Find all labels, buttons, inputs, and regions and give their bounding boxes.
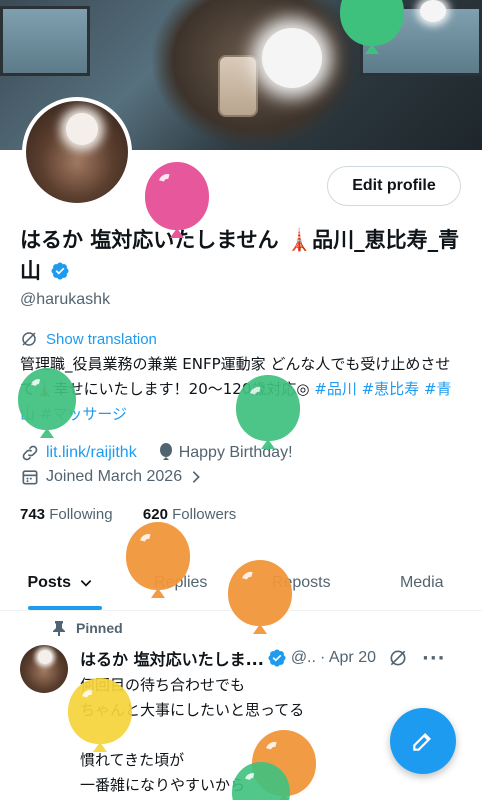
chevron-right-icon xyxy=(192,471,200,483)
balloon-decoration xyxy=(18,368,76,438)
joined-text: Joined March 2026 xyxy=(46,468,183,485)
balloon-decoration xyxy=(232,762,290,800)
balloon-decoration xyxy=(236,375,300,449)
balloon-decoration xyxy=(145,162,209,238)
show-translation-link[interactable]: Show translation xyxy=(20,330,157,348)
pinned-label: Pinned xyxy=(76,620,123,636)
post-text-line: 一番雑になりやすいから xyxy=(80,776,246,794)
banner-window xyxy=(0,6,90,76)
followers-label: Followers xyxy=(172,506,237,523)
following-label: Following xyxy=(49,506,113,523)
compose-icon xyxy=(413,732,432,751)
tab-media[interactable]: Media xyxy=(362,555,482,610)
followers-count: 620 xyxy=(142,506,168,523)
profile-name-text: はるか 塩対応いたしません 🗼品川_恵比寿_青山 xyxy=(20,228,460,283)
tab-posts[interactable]: Posts xyxy=(0,555,121,610)
chevron-down-icon xyxy=(80,579,92,587)
verified-badge-icon xyxy=(268,649,286,667)
balloon-decoration xyxy=(340,0,404,54)
post-avatar-blur xyxy=(38,650,52,664)
follow-counts: 743 Following 620 Followers xyxy=(20,506,236,523)
following-count: 743 xyxy=(20,506,46,523)
profile-meta: lit.link/raijithk Happy Birthday! xyxy=(20,443,293,463)
calendar-icon xyxy=(22,470,38,485)
translate-icon[interactable] xyxy=(388,648,408,668)
pinned-indicator: Pinned xyxy=(52,620,123,636)
show-translation-label: Show translation xyxy=(46,330,157,348)
avatar-blur xyxy=(66,113,98,145)
banner-blur xyxy=(420,0,446,22)
tab-posts-label: Posts xyxy=(27,573,72,591)
followers-link[interactable]: 620 Followers xyxy=(143,506,236,523)
balloon-decoration xyxy=(228,560,292,634)
profile-joined[interactable]: Joined March 2026 xyxy=(20,467,204,487)
compose-button[interactable] xyxy=(390,708,456,774)
more-options-icon[interactable]: ··· xyxy=(422,648,446,669)
post-avatar[interactable] xyxy=(20,645,68,693)
verified-badge-icon[interactable] xyxy=(50,261,70,281)
balloon-decoration xyxy=(68,678,132,752)
profile-handle: @harukashk xyxy=(20,291,111,308)
post-header: はるか 塩対応いたしま... @.. · Apr 20 ··· xyxy=(80,646,470,670)
profile-name: はるか 塩対応いたしません 🗼品川_恵比寿_青山 xyxy=(20,225,460,287)
following-link[interactable]: 743 Following xyxy=(20,506,113,523)
avatar[interactable] xyxy=(22,97,132,207)
banner-blur xyxy=(262,28,322,88)
post-text-line: 慣れてきた頃が xyxy=(80,751,185,769)
balloon-decoration xyxy=(126,522,190,598)
translate-icon xyxy=(22,332,36,346)
edit-profile-button[interactable]: Edit profile xyxy=(327,166,461,206)
banner-phone xyxy=(218,55,258,117)
post-date[interactable]: · Apr 20 xyxy=(320,649,376,667)
post-author-name[interactable]: はるか 塩対応いたしま... xyxy=(80,646,264,670)
post-handle: @.. xyxy=(290,649,316,666)
link-icon xyxy=(22,445,38,461)
pin-icon xyxy=(53,621,65,636)
balloon-icon xyxy=(159,443,172,460)
birthday-text: Happy Birthday! xyxy=(178,444,293,461)
profile-link[interactable]: lit.link/raijithk xyxy=(46,444,137,462)
